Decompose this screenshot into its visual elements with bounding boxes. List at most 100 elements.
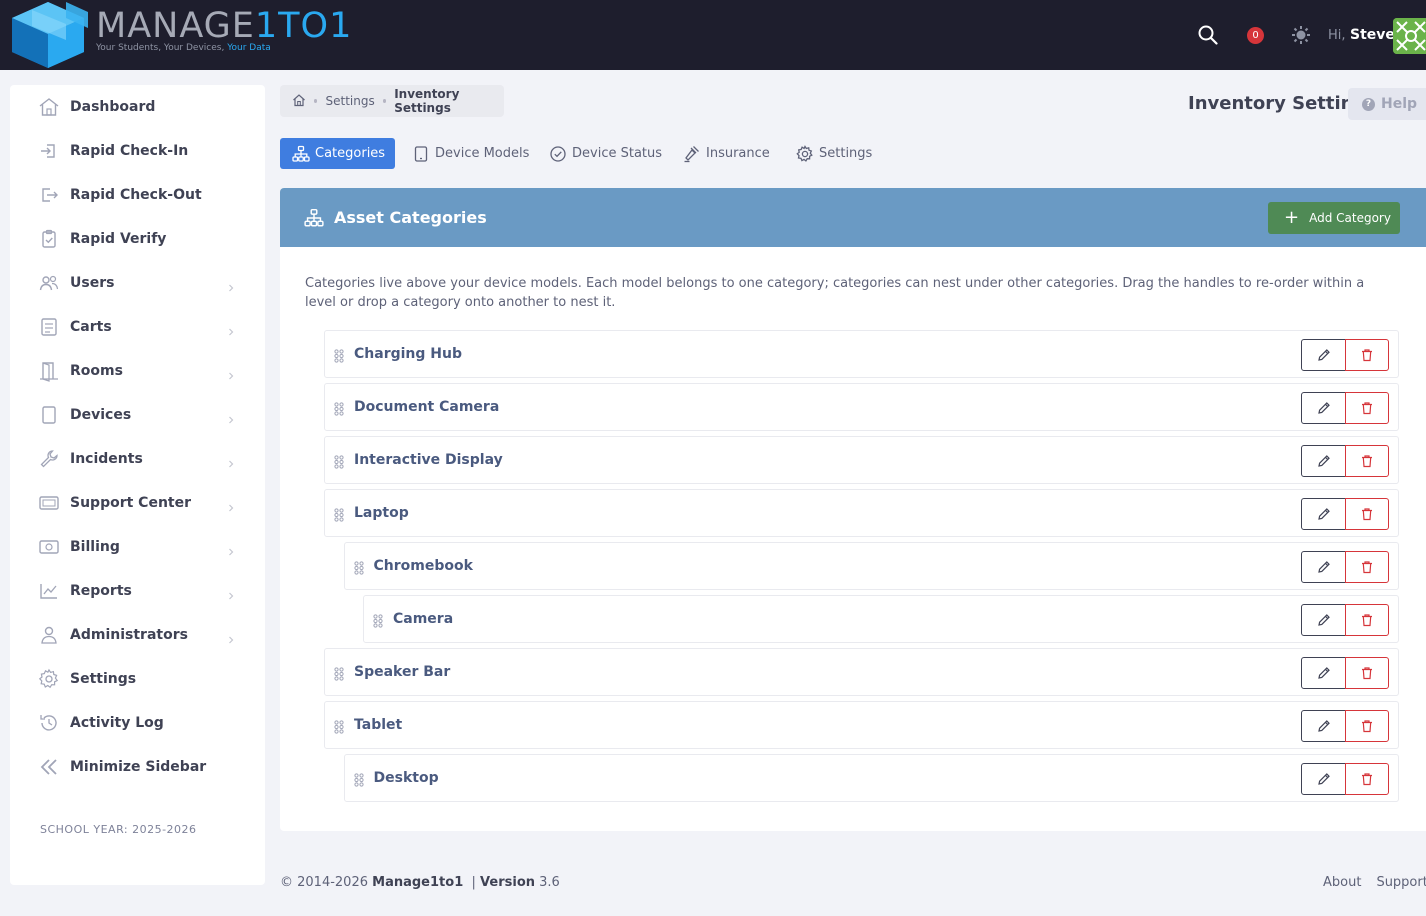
drag-handle-icon[interactable] [334,348,344,363]
sidebar-item-dashboard[interactable]: Dashboard [10,85,265,129]
delete-category-button[interactable] [1345,392,1389,424]
chevron-right-icon [226,542,236,556]
category-row[interactable]: Speaker Bar1 model [324,648,1399,696]
admin-icon [38,624,60,646]
drag-handle-icon[interactable] [334,666,344,681]
sidebar-item-label: Minimize Sidebar [70,759,207,775]
sidebar-item-minimize-sidebar[interactable]: Minimize Sidebar [10,745,265,789]
money-icon [38,536,60,558]
drag-handle-icon[interactable] [334,454,344,469]
pencil-icon [1317,402,1330,414]
theme-toggle-icon[interactable] [1288,22,1314,48]
drag-handle-icon[interactable] [334,719,344,734]
trash-icon [1362,402,1372,415]
clipboard-check-icon [38,228,60,250]
history-icon [38,712,60,734]
delete-category-button[interactable] [1345,710,1389,742]
footer-links: About Support [1323,875,1426,890]
category-row[interactable]: Desktop3 models [343,754,1399,802]
category-row[interactable]: Chromebook3 models [343,542,1399,590]
chevron-right-icon [226,278,236,292]
gear-icon [796,144,814,163]
pencil-icon [1317,561,1330,573]
plus-icon: + [1284,207,1300,228]
edit-category-button[interactable] [1301,763,1346,795]
home-icon[interactable] [292,93,306,110]
app-logo[interactable]: MANAGE1TO1 Your Students, Your Devices, … [8,0,358,70]
asset-categories-card: Asset Categories + Add Category Categori… [280,188,1426,831]
edit-category-button[interactable] [1301,445,1346,477]
delete-category-button[interactable] [1345,498,1389,530]
drag-handle-icon[interactable] [334,401,344,416]
sidebar-item-support-center[interactable]: Support Center [10,481,265,525]
sidebar-item-carts[interactable]: Carts [10,305,265,349]
drag-handle-icon[interactable] [334,507,344,522]
help-button[interactable]: ? Help [1348,88,1426,120]
breadcrumb-current: Inventory Settings [394,87,460,115]
edit-category-button[interactable] [1301,339,1346,371]
category-row[interactable]: Laptop5 models [324,489,1399,537]
drag-handle-icon[interactable] [373,613,383,628]
category-row[interactable]: Tablet6 models [324,701,1399,749]
chevron-right-icon [226,366,236,380]
gavel-icon [683,145,701,163]
tab-device-status[interactable]: Device Status [549,138,662,169]
category-row[interactable]: Camera1 model [363,595,1399,643]
sidebar-item-label: Administrators [70,627,188,643]
search-icon[interactable] [1195,22,1221,48]
pencil-icon [1317,667,1330,679]
home-icon [38,96,60,118]
add-category-button[interactable]: + Add Category [1268,202,1400,234]
delete-category-button[interactable] [1345,657,1389,689]
edit-category-button[interactable] [1301,710,1346,742]
edit-category-button[interactable] [1301,392,1346,424]
category-row[interactable]: Charging Hub2 models [324,330,1399,378]
tab-insurance[interactable]: Insurance [683,138,770,169]
sidebar-item-rapid-check-in[interactable]: Rapid Check-In [10,129,265,173]
edit-category-button[interactable] [1301,551,1346,583]
delete-category-button[interactable] [1345,551,1389,583]
edit-category-button[interactable] [1301,498,1346,530]
sidebar-item-settings[interactable]: Settings [10,657,265,701]
sidebar-item-rapid-check-out[interactable]: Rapid Check-Out [10,173,265,217]
category-name: Camera [393,611,454,627]
pencil-icon [1317,508,1330,520]
sidebar-item-activity-log[interactable]: Activity Log [10,701,265,745]
category-row[interactable]: Interactive Display2 models [324,436,1399,484]
category-name: Speaker Bar [354,664,451,680]
category-name: Tablet [354,717,403,733]
drag-handle-icon[interactable] [353,772,364,787]
chevron-right-icon [226,630,236,644]
delete-category-button[interactable] [1345,763,1389,795]
sidebar-item-label: Settings [70,671,137,687]
sidebar-item-reports[interactable]: Reports [10,569,265,613]
sign-out-icon [38,184,60,206]
edit-category-button[interactable] [1301,604,1346,636]
chevron-right-icon [226,586,236,600]
tab-settings[interactable]: Settings [796,138,872,169]
trash-icon [1362,561,1372,574]
sidebar-item-billing[interactable]: Billing [10,525,265,569]
user-name[interactable]: Steve [1350,27,1395,43]
avatar[interactable] [1393,18,1426,54]
delete-category-button[interactable] [1345,339,1389,371]
category-row[interactable]: Document Camera1 model [324,383,1399,431]
trash-icon [1362,614,1372,627]
delete-category-button[interactable] [1345,604,1389,636]
sidebar-item-users[interactable]: Users [10,261,265,305]
edit-category-button[interactable] [1301,657,1346,689]
tab-device-models[interactable]: Device Models [412,138,529,169]
drag-handle-icon[interactable] [353,560,364,575]
notifications-badge[interactable]: 0 [1247,27,1264,44]
card-header: Asset Categories + Add Category [280,188,1426,247]
delete-category-button[interactable] [1345,445,1389,477]
sidebar-item-rooms[interactable]: Rooms [10,349,265,393]
sidebar-item-incidents[interactable]: Incidents [10,437,265,481]
breadcrumb-settings[interactable]: Settings [325,94,374,108]
tab-categories[interactable]: Categories [280,138,395,169]
sidebar-item-devices[interactable]: Devices [10,393,265,437]
footer-about-link[interactable]: About [1323,875,1361,890]
sidebar-item-rapid-verify[interactable]: Rapid Verify [10,217,265,261]
footer-support-link[interactable]: Support [1376,875,1426,890]
sidebar-item-administrators[interactable]: Administrators [10,613,265,657]
